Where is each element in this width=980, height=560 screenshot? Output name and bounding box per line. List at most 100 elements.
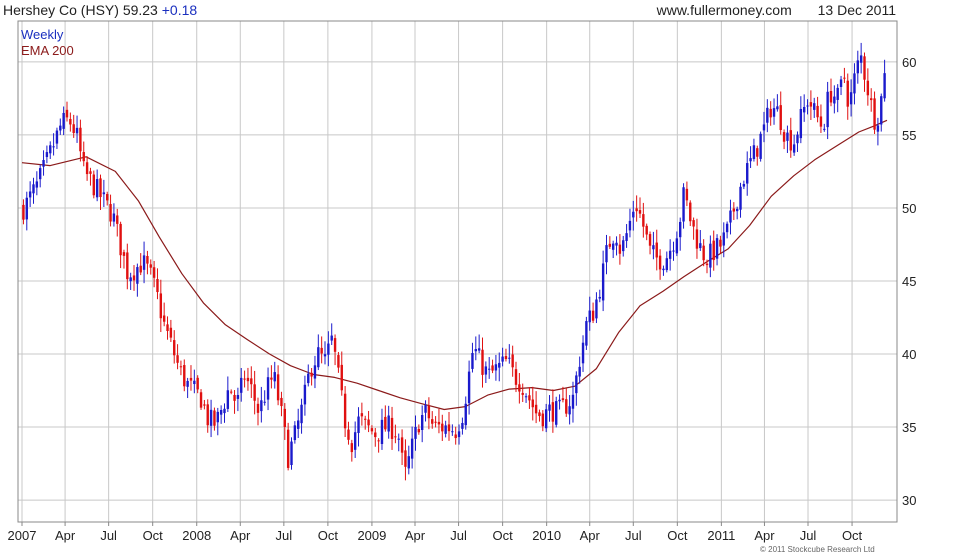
up-candle-body xyxy=(581,342,585,364)
up-candle-body xyxy=(477,348,481,351)
down-candle-body xyxy=(196,377,199,390)
down-candle-body xyxy=(89,171,92,174)
up-candle-body xyxy=(323,354,327,357)
up-candle-body xyxy=(193,380,196,385)
up-candle-body xyxy=(226,390,230,409)
up-candle-body xyxy=(799,108,803,139)
up-candle-body xyxy=(55,130,59,144)
up-candle-body xyxy=(420,415,424,430)
x-tick-label: Apr xyxy=(55,528,76,543)
up-candle-body xyxy=(464,403,467,426)
down-candle-body xyxy=(702,245,705,261)
up-candle-body xyxy=(823,128,826,130)
up-candle-body xyxy=(52,146,55,148)
up-candle-body xyxy=(494,364,498,371)
down-candle-body xyxy=(437,421,441,425)
up-candle-body xyxy=(652,245,655,250)
up-candle-body xyxy=(236,395,240,399)
down-candle-body xyxy=(132,275,136,281)
up-candle-body xyxy=(461,422,464,429)
up-candle-body xyxy=(792,144,796,153)
down-candle-body xyxy=(253,384,256,401)
down-candle-body xyxy=(870,98,873,101)
down-candle-body xyxy=(360,413,364,417)
x-tick-label: 2007 xyxy=(8,528,37,543)
up-candle-body xyxy=(548,404,551,411)
down-candle-body xyxy=(441,423,444,432)
x-tick-label: 2011 xyxy=(707,528,735,543)
down-candle-body xyxy=(156,278,159,293)
down-candle-body xyxy=(243,378,246,380)
down-candle-body xyxy=(72,124,75,134)
down-candle-body xyxy=(152,267,156,278)
up-candle-body xyxy=(575,375,578,394)
down-candle-body xyxy=(99,178,102,198)
up-candle-body xyxy=(407,456,410,469)
up-candle-body xyxy=(444,425,447,434)
down-candle-body xyxy=(732,208,736,212)
up-candle-body xyxy=(186,380,189,387)
down-candle-body xyxy=(648,234,652,246)
down-candle-body xyxy=(310,372,313,377)
up-candle-body xyxy=(474,349,478,352)
up-candle-body xyxy=(615,242,618,246)
y-tick-label: 30 xyxy=(902,493,916,508)
up-candle-body xyxy=(668,250,672,259)
up-candle-body xyxy=(772,108,776,117)
candles-layer xyxy=(22,42,886,481)
up-candle-body xyxy=(595,299,598,319)
down-candle-body xyxy=(162,315,166,322)
up-candle-body xyxy=(833,96,836,104)
down-candle-body xyxy=(695,229,699,249)
up-candle-body xyxy=(28,191,32,198)
up-candle-body xyxy=(484,366,488,375)
up-candle-body xyxy=(471,352,474,369)
down-candle-body xyxy=(782,132,786,142)
x-tick-label: Oct xyxy=(842,528,863,543)
down-candle-body xyxy=(642,214,645,227)
up-candle-body xyxy=(625,233,628,241)
y-tick-label: 45 xyxy=(902,274,916,289)
down-candle-body xyxy=(320,347,323,354)
down-candle-body xyxy=(518,384,521,392)
down-candle-body xyxy=(454,434,457,439)
down-candle-body xyxy=(521,392,524,395)
down-candle-body xyxy=(689,202,692,222)
down-candle-body xyxy=(183,365,186,387)
down-candle-body xyxy=(250,378,253,385)
down-candle-body xyxy=(427,405,431,419)
plot-border xyxy=(17,20,898,523)
plot-frame xyxy=(17,20,898,523)
down-candle-body xyxy=(538,412,541,417)
up-candle-body xyxy=(266,377,270,400)
down-candle-body xyxy=(719,239,722,247)
up-candle-body xyxy=(353,432,357,450)
up-candle-body xyxy=(524,396,528,398)
down-candle-body xyxy=(82,152,85,162)
x-tick-label: Jul xyxy=(100,528,117,543)
up-candle-body xyxy=(35,181,39,188)
down-candle-body xyxy=(22,204,25,220)
down-candle-body xyxy=(65,109,69,118)
up-candle-body xyxy=(859,55,863,63)
down-candle-body xyxy=(126,252,129,280)
x-tick-label: Apr xyxy=(230,528,251,543)
down-candle-body xyxy=(179,366,183,368)
grid-lines xyxy=(18,21,897,522)
legend-entry: EMA 200 xyxy=(21,43,74,58)
up-candle-body xyxy=(662,268,665,271)
up-candle-body xyxy=(849,92,853,105)
up-candle-body xyxy=(813,103,816,110)
up-candle-body xyxy=(414,426,417,439)
down-candle-body xyxy=(166,324,169,332)
up-candle-body xyxy=(752,145,756,160)
down-candle-body xyxy=(286,429,290,468)
down-candle-body xyxy=(270,377,273,380)
legend-entry: Weekly xyxy=(21,27,64,42)
x-tick-label: Jul xyxy=(625,528,642,543)
down-candle-body xyxy=(246,377,250,382)
down-candle-body xyxy=(692,220,695,227)
up-candle-body xyxy=(876,125,880,132)
down-candle-body xyxy=(816,105,819,118)
up-candle-body xyxy=(632,211,635,218)
